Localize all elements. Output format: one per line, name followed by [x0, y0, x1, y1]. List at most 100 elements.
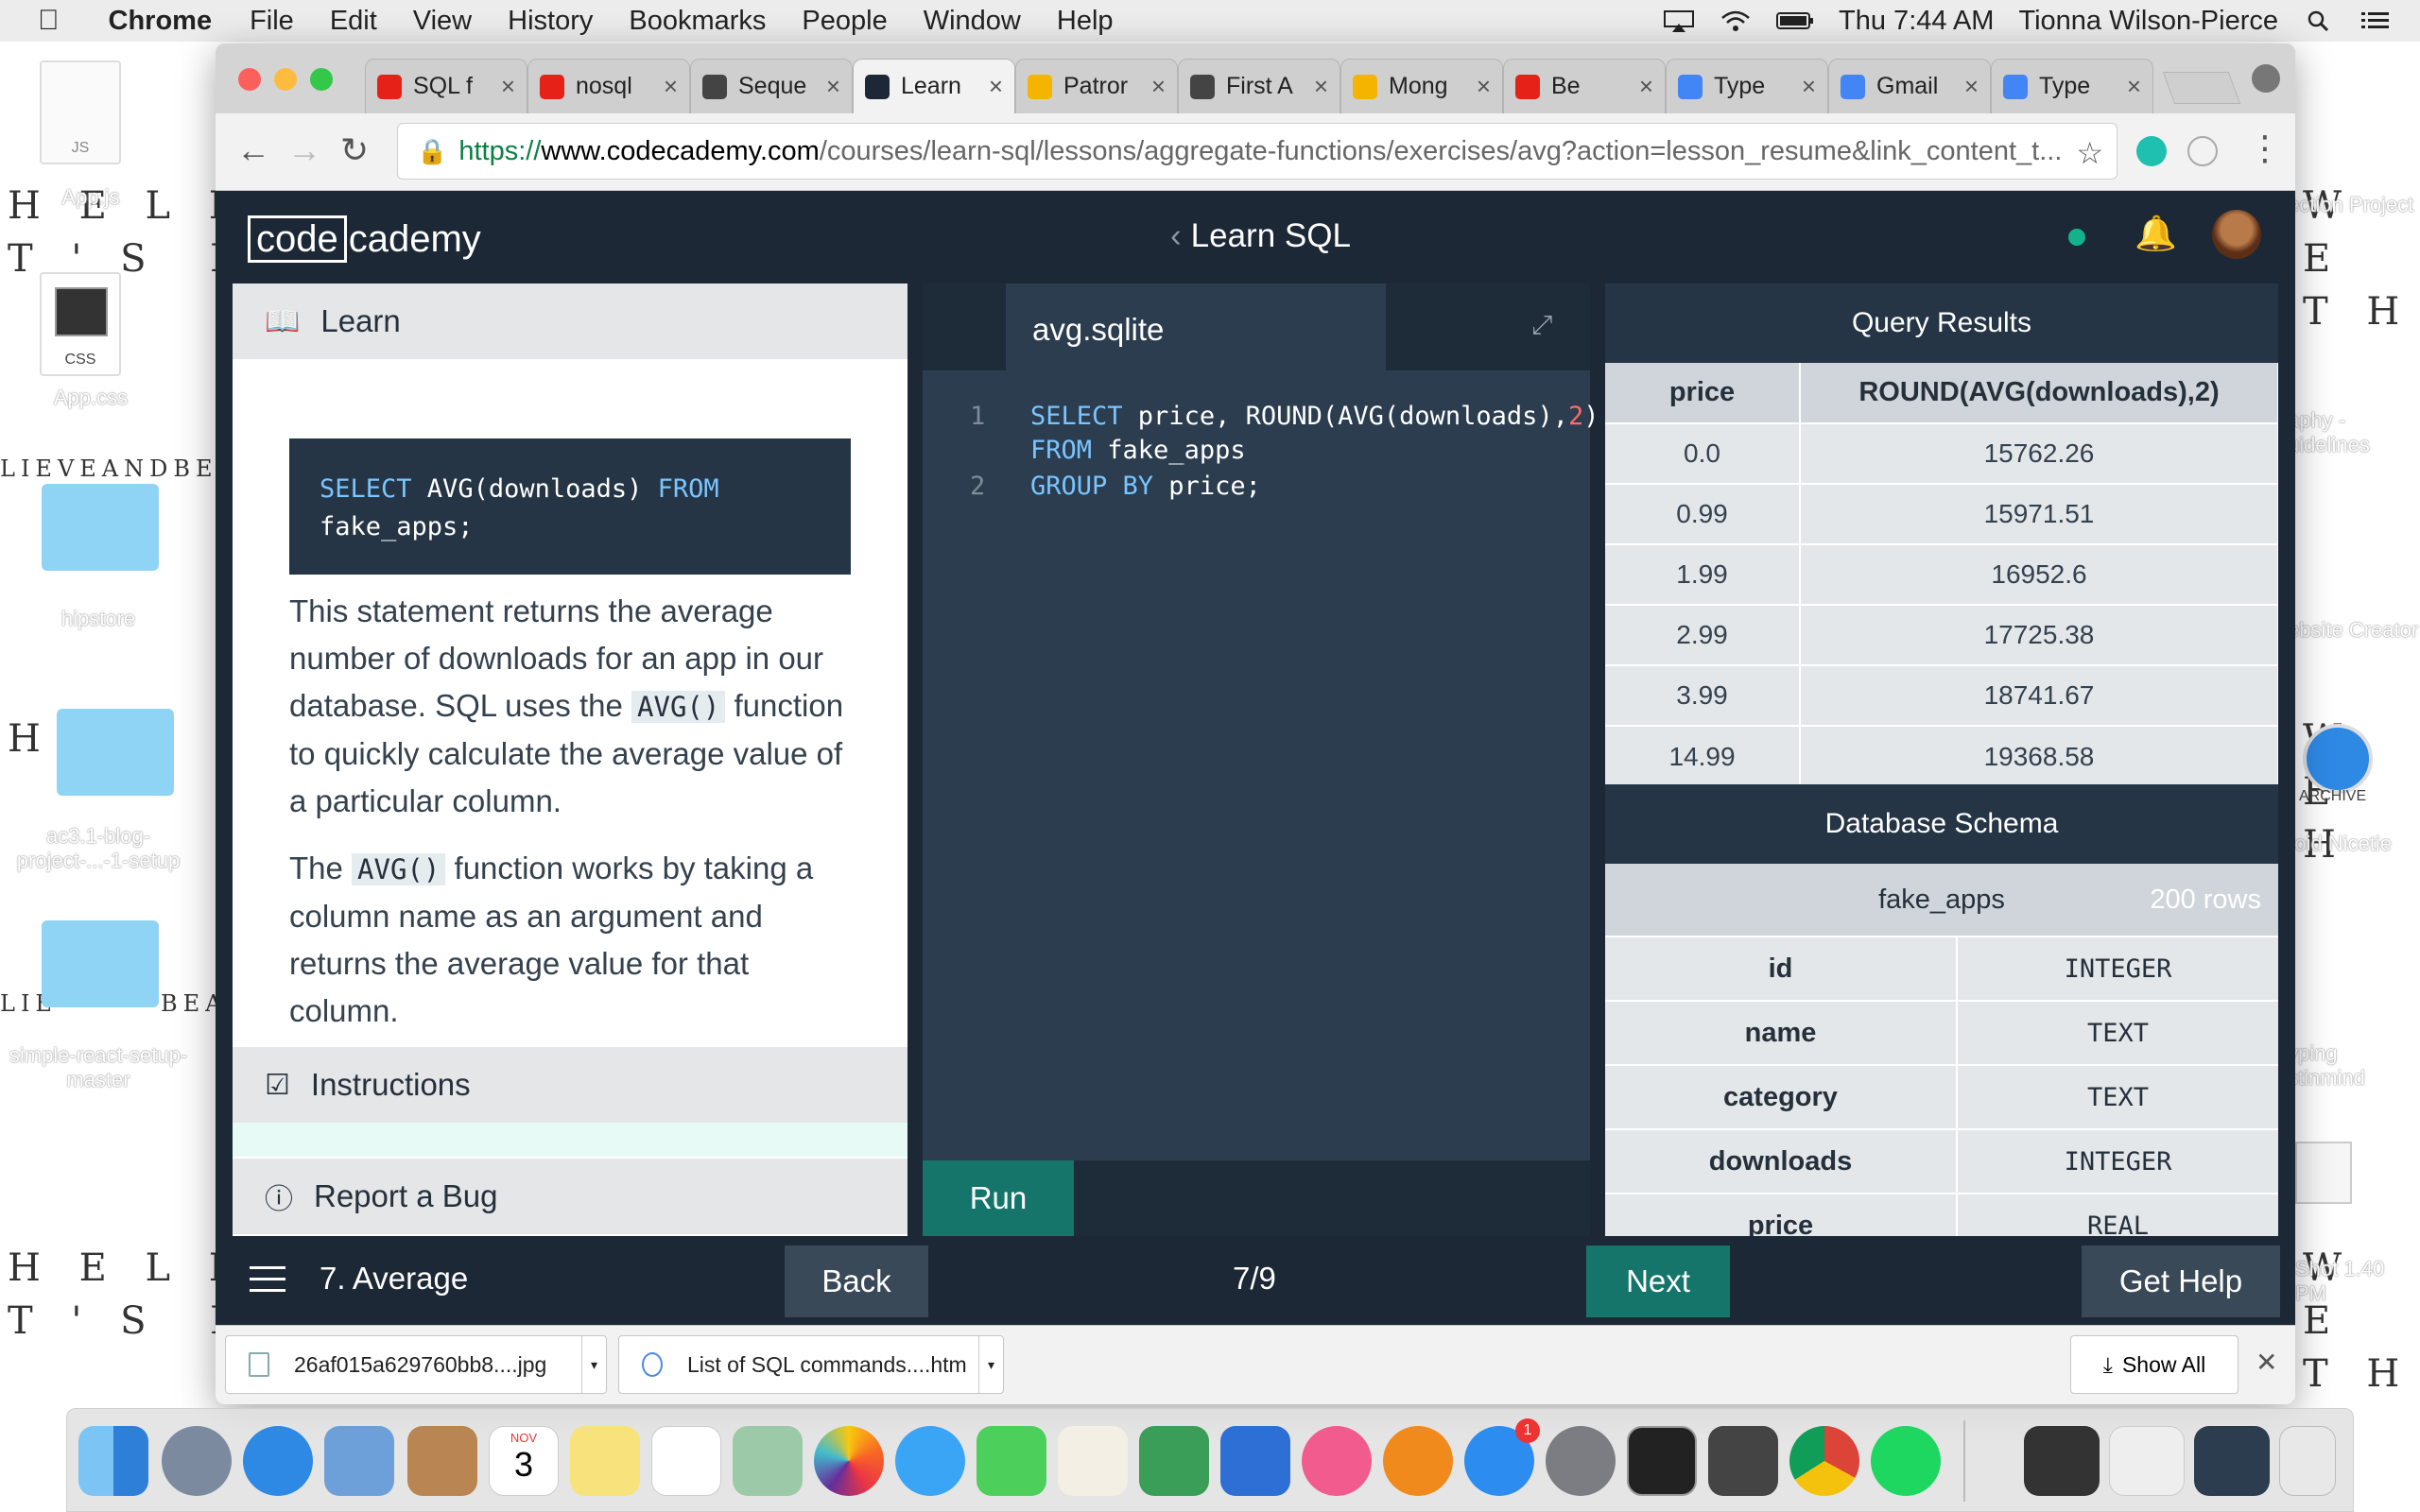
back-arrow-icon[interactable]: ←: [236, 130, 270, 170]
tab-close-icon[interactable]: ×: [1151, 72, 1166, 101]
editor-file-tab[interactable]: avg.sqlite: [1006, 284, 1386, 370]
forward-arrow-icon[interactable]: →: [287, 130, 321, 170]
menubar-clock[interactable]: Thu 7:44 AM: [1839, 6, 1994, 37]
maps-icon[interactable]: [733, 1426, 803, 1496]
expand-icon[interactable]: ⤢: [1531, 310, 1552, 341]
notification-center-icon[interactable]: [2360, 9, 2392, 32]
desktop-label[interactable]: Shot 1.40 PM: [2295, 1257, 2418, 1306]
safari-archive-icon[interactable]: [2303, 724, 2373, 794]
menu-history[interactable]: History: [508, 6, 593, 37]
window-minimize-button[interactable]: [274, 68, 297, 91]
menu-bookmarks[interactable]: Bookmarks: [629, 6, 766, 37]
terminal-icon[interactable]: [1627, 1426, 1697, 1496]
desktop-label[interactable]: ARCHIVE: [2299, 788, 2366, 805]
spotlight-search-icon[interactable]: [2303, 9, 2335, 32]
desktop-label[interactable]: ac3.1-blog-project-...-1-setup: [4, 824, 193, 873]
hamburger-menu-icon[interactable]: [250, 1266, 285, 1295]
tab-close-icon[interactable]: ×: [664, 72, 678, 101]
launchpad-icon[interactable]: [162, 1426, 232, 1496]
desktop-label[interactable]: simple-react-setup-master: [4, 1043, 193, 1092]
desktop-file-app-css[interactable]: CSS: [40, 272, 121, 376]
window-close-button[interactable]: [238, 68, 261, 91]
window-thumbnail[interactable]: [2194, 1426, 2270, 1496]
browser-tab[interactable]: Type ×: [1666, 59, 1828, 113]
run-button[interactable]: Run: [923, 1160, 1074, 1236]
chrome-icon[interactable]: [1789, 1426, 1859, 1496]
facetime-icon[interactable]: [977, 1426, 1046, 1496]
tab-close-icon[interactable]: ×: [1639, 72, 1653, 101]
window-zoom-button[interactable]: [310, 68, 333, 91]
mail-icon[interactable]: [324, 1426, 394, 1496]
messages-icon[interactable]: [895, 1426, 965, 1496]
desktop-label[interactable]: App.js: [0, 185, 185, 210]
next-button[interactable]: Next: [1586, 1246, 1730, 1317]
pages-icon[interactable]: [1058, 1426, 1128, 1496]
browser-tab[interactable]: Learn ×: [853, 59, 1015, 113]
numbers-icon[interactable]: [1139, 1426, 1209, 1496]
contacts-icon[interactable]: [407, 1426, 477, 1496]
menu-people[interactable]: People: [802, 6, 887, 37]
menubar-user[interactable]: Tionna Wilson-Pierce: [2018, 6, 2278, 37]
system-preferences-icon[interactable]: [1546, 1426, 1616, 1496]
browser-tab[interactable]: Seque ×: [690, 59, 853, 113]
tab-close-icon[interactable]: ×: [501, 72, 515, 101]
notes-icon[interactable]: [570, 1426, 640, 1496]
window-thumbnail[interactable]: [2109, 1426, 2185, 1496]
apple-menu-icon[interactable]: : [38, 5, 60, 37]
browser-tab[interactable]: First A ×: [1178, 59, 1340, 113]
bookmark-star-icon[interactable]: ☆: [2076, 135, 2103, 171]
browser-tab[interactable]: Patror ×: [1015, 59, 1178, 113]
tab-close-icon[interactable]: ×: [1802, 72, 1816, 101]
report-bug-header[interactable]: ⓘ Report a Bug: [233, 1159, 908, 1234]
avatar[interactable]: [2212, 210, 2261, 259]
reminders-icon[interactable]: [651, 1426, 721, 1496]
show-all-button[interactable]: ⤓ Show All: [2070, 1335, 2238, 1394]
calendar-icon[interactable]: NOV 3: [489, 1426, 559, 1496]
browser-tab[interactable]: nosql ×: [527, 59, 690, 113]
desktop-label[interactable]: hipstore: [4, 607, 193, 631]
new-tab-button[interactable]: [2162, 72, 2241, 104]
tab-close-icon[interactable]: ×: [1477, 72, 1491, 101]
download-item[interactable]: 26af015a629760bb8....jpg ▾: [225, 1335, 607, 1394]
menu-app-name[interactable]: Chrome: [109, 6, 213, 37]
get-help-button[interactable]: Get Help: [2082, 1246, 2280, 1317]
safari-icon[interactable]: [243, 1426, 313, 1496]
browser-tab[interactable]: Gmail ×: [1828, 59, 1991, 113]
folder-icon[interactable]: [42, 920, 159, 1007]
battery-icon[interactable]: [1776, 9, 1814, 32]
menu-file[interactable]: File: [250, 6, 294, 37]
desktop-label[interactable]: aphy - uidelines: [2288, 408, 2420, 457]
course-title[interactable]: ‹ Learn SQL: [1170, 217, 1351, 255]
extension-icon[interactable]: [2187, 136, 2218, 166]
chevron-down-icon[interactable]: ▾: [581, 1336, 606, 1393]
profile-icon[interactable]: [2252, 64, 2280, 93]
desktop-label[interactable]: roid Nicetie: [2288, 832, 2420, 856]
learn-header[interactable]: 📖 Learn: [233, 284, 908, 359]
chevron-down-icon[interactable]: ▾: [978, 1336, 1003, 1393]
keynote-icon[interactable]: [1220, 1426, 1290, 1496]
app-store-icon[interactable]: 1: [1464, 1418, 1540, 1496]
wifi-icon[interactable]: [1720, 9, 1752, 32]
menu-help[interactable]: Help: [1057, 6, 1114, 37]
desktop-label[interactable]: App.css: [0, 386, 185, 410]
reload-icon[interactable]: ↻: [340, 130, 369, 170]
tab-close-icon[interactable]: ×: [2127, 72, 2141, 101]
tab-close-icon[interactable]: ×: [1964, 72, 1979, 101]
sublime-text-icon[interactable]: [1708, 1426, 1778, 1496]
browser-tab[interactable]: Type ×: [1991, 59, 2153, 113]
bell-icon[interactable]: 🔔: [2135, 214, 2177, 253]
chrome-menu-icon[interactable]: ⋮: [2248, 129, 2282, 168]
trash-icon[interactable]: [2279, 1426, 2336, 1496]
ibooks-icon[interactable]: [1383, 1426, 1453, 1496]
menu-window[interactable]: Window: [924, 6, 1021, 37]
finder-icon[interactable]: [78, 1426, 148, 1496]
instructions-header[interactable]: ☑ Instructions: [233, 1047, 908, 1123]
lesson-title[interactable]: 7. Average: [320, 1261, 468, 1297]
codecademy-logo[interactable]: code cademy: [248, 215, 481, 263]
address-bar[interactable]: 🔒 https:// www.codecademy.com /courses/l…: [397, 123, 2118, 180]
folder-icon[interactable]: [57, 709, 174, 796]
desktop-file-app-js[interactable]: JS: [40, 60, 121, 164]
desktop-label[interactable]: yping stinmind: [2288, 1041, 2420, 1091]
screenshot-file-icon[interactable]: [2295, 1142, 2352, 1204]
tab-close-icon[interactable]: ×: [826, 72, 840, 101]
